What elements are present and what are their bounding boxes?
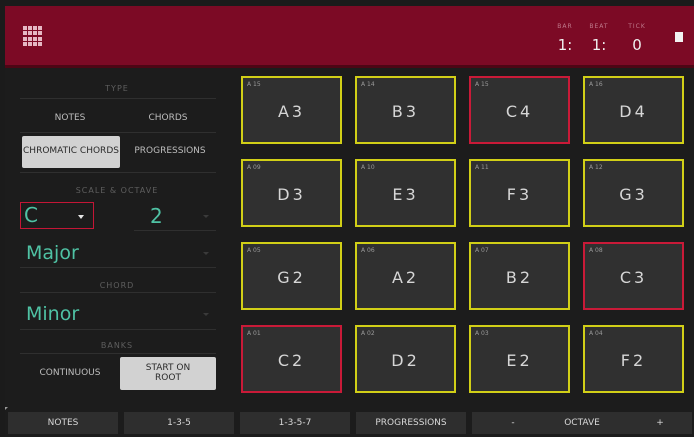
- pad-note: A2: [391, 268, 420, 287]
- pad-note: C2: [277, 351, 306, 370]
- key-select[interactable]: C: [20, 202, 94, 229]
- header-divider: [5, 65, 694, 68]
- pad-note: G3: [619, 185, 648, 204]
- pad-note: F3: [506, 185, 533, 204]
- pad-id: A 16: [589, 81, 603, 88]
- pad-note: E2: [506, 351, 533, 370]
- pad[interactable]: A 11 F3: [469, 159, 570, 227]
- pad-note: D4: [619, 102, 648, 121]
- pad-note: E3: [392, 185, 419, 204]
- pad-note: B3: [391, 102, 420, 121]
- pad[interactable]: A 02 D2: [355, 325, 456, 393]
- pad-id: A 14: [361, 81, 375, 88]
- pad-note: D3: [277, 185, 306, 204]
- pad[interactable]: A 07 B2: [469, 242, 570, 310]
- pad[interactable]: A 15 C4: [469, 76, 570, 144]
- beat-value: 1:: [591, 36, 607, 54]
- pad[interactable]: A 09 D3: [241, 159, 342, 227]
- pad-note: C4: [505, 102, 534, 121]
- type-section-label: TYPE: [105, 84, 129, 93]
- header-bar: BAR 1: BEAT 1: TICK 0: [5, 6, 694, 65]
- divider: [134, 230, 216, 231]
- divider: [20, 292, 216, 293]
- octave-value[interactable]: 2: [150, 204, 163, 228]
- beat-label: BEAT: [589, 23, 609, 30]
- pad-id: A 12: [589, 164, 603, 171]
- chord-1-3-5-button[interactable]: 1-3-5: [124, 412, 234, 434]
- chevron-down-icon: [78, 215, 84, 219]
- chord-section-label: CHORD: [99, 281, 135, 290]
- pad[interactable]: A 15 A3: [241, 76, 342, 144]
- octave-down-button[interactable]: -: [505, 412, 521, 434]
- pad[interactable]: A 12 G3: [583, 159, 684, 227]
- scale-select[interactable]: Major: [26, 242, 79, 264]
- pad[interactable]: A 06 A2: [355, 242, 456, 310]
- tick-counter[interactable]: TICK 0: [617, 23, 657, 54]
- pad-id: A 08: [589, 247, 603, 254]
- pad-note: D2: [391, 351, 420, 370]
- divider: [20, 172, 216, 173]
- banks-section-label: BANKS: [100, 341, 134, 350]
- pad-note: F2: [620, 351, 647, 370]
- pad-id: A 09: [247, 164, 261, 171]
- chevron-down-icon: [203, 313, 209, 316]
- type-notes-button[interactable]: NOTES: [20, 110, 120, 128]
- pad-id: A 04: [589, 330, 603, 337]
- chevron-down-icon: [203, 215, 209, 218]
- pad-id: A 11: [475, 164, 489, 171]
- progressions-type-button[interactable]: PROGRESSIONS: [124, 142, 216, 162]
- chord-1-3-5-7-button[interactable]: 1-3-5-7: [240, 412, 350, 434]
- octave-label: OCTAVE: [564, 418, 600, 428]
- pad[interactable]: A 03 E2: [469, 325, 570, 393]
- continuous-button[interactable]: CONTINUOUS: [20, 364, 120, 384]
- pad-id: A 01: [247, 330, 261, 337]
- settings-panel: TYPE NOTES CHORDS CHROMATIC CHORDS PROGR…: [14, 72, 219, 402]
- key-value: C: [24, 203, 38, 227]
- chord-select[interactable]: Minor: [26, 303, 79, 325]
- pad[interactable]: A 16 D4: [583, 76, 684, 144]
- divider: [20, 132, 216, 133]
- chevron-down-icon: [203, 252, 209, 255]
- pad-id: A 02: [361, 330, 375, 337]
- beat-counter[interactable]: BEAT 1:: [579, 23, 619, 54]
- grid-menu-icon[interactable]: [23, 26, 43, 46]
- octave-up-button[interactable]: +: [652, 412, 668, 434]
- stop-icon[interactable]: [675, 32, 683, 42]
- notes-button[interactable]: NOTES: [8, 412, 118, 434]
- pad[interactable]: A 05 G2: [241, 242, 342, 310]
- pad[interactable]: A 08 C3: [583, 242, 684, 310]
- pad-id: A 05: [247, 247, 261, 254]
- tick-value: 0: [632, 36, 642, 54]
- divider: [20, 329, 216, 330]
- pad[interactable]: A 04 F2: [583, 325, 684, 393]
- pad-id: A 10: [361, 164, 375, 171]
- divider: [20, 98, 216, 99]
- pad[interactable]: A 10 E3: [355, 159, 456, 227]
- pad-note: C3: [619, 268, 648, 287]
- pad[interactable]: A 14 B3: [355, 76, 456, 144]
- octave-control: - OCTAVE +: [472, 412, 692, 434]
- pad[interactable]: A 01 C2: [241, 325, 342, 393]
- pad-id: A 03: [475, 330, 489, 337]
- start-on-root-button[interactable]: START ON ROOT: [120, 357, 216, 390]
- pad-note: G2: [277, 268, 306, 287]
- divider: [20, 353, 216, 354]
- pad-id: A 06: [361, 247, 375, 254]
- pad-note: B2: [505, 268, 534, 287]
- pad-note: A3: [277, 102, 306, 121]
- tick-label: TICK: [628, 23, 646, 30]
- divider: [20, 267, 216, 268]
- pad-id: A 07: [475, 247, 489, 254]
- scale-octave-section-label: SCALE & OCTAVE: [75, 186, 159, 195]
- bottom-bar: NOTES 1-3-5 1-3-5-7 PROGRESSIONS - OCTAV…: [5, 412, 694, 437]
- progressions-button[interactable]: PROGRESSIONS: [356, 412, 466, 434]
- chromatic-chords-button[interactable]: CHROMATIC CHORDS: [22, 136, 120, 168]
- pad-id: A 15: [247, 81, 261, 88]
- corner-marker: [5, 407, 8, 410]
- pad-id: A 15: [475, 81, 489, 88]
- type-chords-button[interactable]: CHORDS: [120, 110, 216, 128]
